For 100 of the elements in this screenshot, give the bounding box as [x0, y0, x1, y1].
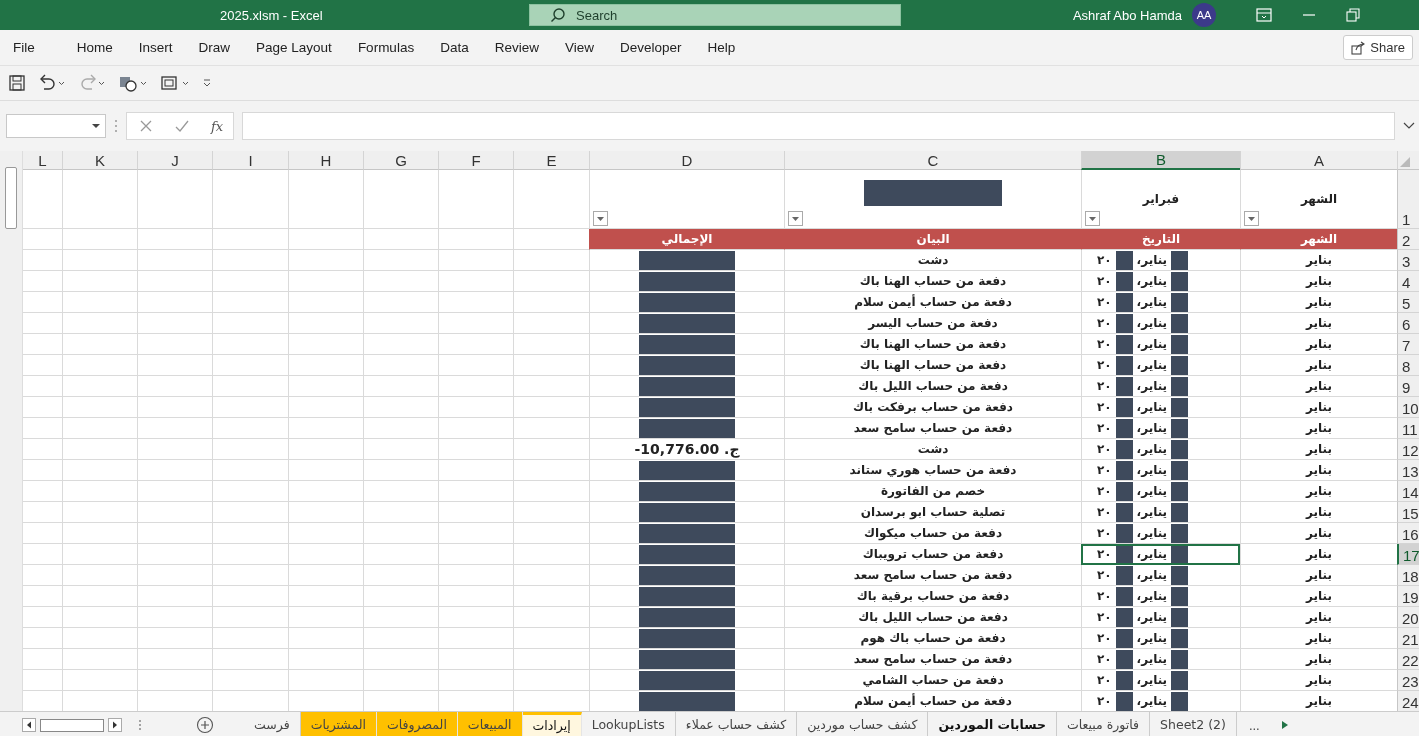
- row-header[interactable]: 23: [1397, 670, 1419, 691]
- menu-tab[interactable]: View: [559, 36, 599, 59]
- row-header[interactable]: 5: [1397, 292, 1419, 313]
- row-header[interactable]: 18: [1397, 565, 1419, 586]
- share-button[interactable]: Share: [1343, 35, 1413, 60]
- redaction-block: [1171, 544, 1189, 564]
- redaction-block: [1115, 586, 1133, 606]
- row-header[interactable]: 24: [1397, 691, 1419, 711]
- redaction-block: [1171, 523, 1189, 543]
- column-heading: الإجمالي: [589, 229, 784, 250]
- column-header[interactable]: B: [1081, 151, 1240, 170]
- row-header[interactable]: 17: [1397, 544, 1419, 565]
- row-header[interactable]: 11: [1397, 418, 1419, 439]
- menu-tab[interactable]: Page Layout: [251, 36, 337, 59]
- column-header[interactable]: J: [137, 151, 212, 170]
- menu-tab[interactable]: Data: [435, 36, 474, 59]
- table-cell: بناير: [1240, 439, 1397, 460]
- filter-dropdown-icon[interactable]: [593, 211, 608, 226]
- row-header[interactable]: 21: [1397, 628, 1419, 649]
- redaction-block: [1171, 334, 1189, 354]
- add-sheet-icon[interactable]: [196, 716, 214, 734]
- expand-icon[interactable]: [1403, 122, 1415, 130]
- row-header[interactable]: 14: [1397, 481, 1419, 502]
- redaction-block: [1171, 418, 1189, 438]
- table-cell: دفعة من حساب اليسر: [784, 313, 1081, 334]
- column-header[interactable]: I: [212, 151, 288, 170]
- redaction-block: [1171, 250, 1189, 270]
- row-header[interactable]: 16: [1397, 523, 1419, 544]
- shapes-icon[interactable]: [118, 74, 148, 92]
- vertical-scrollbar[interactable]: [0, 151, 23, 711]
- window-title: 2025.xlsm - Excel: [220, 7, 324, 23]
- redaction-block: [1171, 691, 1189, 711]
- undo-icon[interactable]: [38, 74, 66, 92]
- menu-tab[interactable]: Draw: [193, 36, 236, 59]
- row-header[interactable]: 20: [1397, 607, 1419, 628]
- row-header[interactable]: 15: [1397, 502, 1419, 523]
- scroll-left-icon[interactable]: [22, 718, 36, 732]
- sheet-tab[interactable]: إيرادات: [522, 712, 582, 736]
- menu-tab[interactable]: Developer: [614, 36, 687, 59]
- menu-tab[interactable]: Review: [489, 36, 544, 59]
- file-menu-button[interactable]: File: [8, 36, 40, 59]
- check-icon[interactable]: [175, 119, 189, 133]
- ribbon-display-icon[interactable]: [1256, 8, 1272, 22]
- filter-dropdown-icon[interactable]: [788, 211, 803, 226]
- table-cell: دفعة من حساب الهنا باك: [784, 334, 1081, 355]
- column-header[interactable]: A: [1240, 151, 1397, 170]
- menu-tab[interactable]: Help: [702, 36, 741, 59]
- sheet-tab[interactable]: كشف حساب موردين: [797, 712, 929, 736]
- sheet-tab[interactable]: فرست: [244, 712, 301, 736]
- next-sheet-icon[interactable]: [1279, 720, 1290, 730]
- sheet-tab[interactable]: حسابات الموردين: [928, 712, 1057, 736]
- row-header[interactable]: 7: [1397, 334, 1419, 355]
- row-header[interactable]: 9: [1397, 376, 1419, 397]
- column-header[interactable]: D: [589, 151, 784, 170]
- table-cell: يناير، ٢٠: [1081, 271, 1240, 292]
- column-header[interactable]: L: [23, 151, 62, 170]
- table-cell: بناير: [1240, 376, 1397, 397]
- table-cell: بناير: [1240, 544, 1397, 565]
- row-header[interactable]: 6: [1397, 313, 1419, 334]
- save-icon[interactable]: [8, 74, 26, 92]
- row-header[interactable]: 19: [1397, 586, 1419, 607]
- horizontal-scrollbar[interactable]: [40, 718, 104, 732]
- row-header[interactable]: 10: [1397, 397, 1419, 418]
- filter-dropdown-icon[interactable]: [1244, 211, 1259, 226]
- formula-input[interactable]: [242, 112, 1395, 140]
- row-header[interactable]: 2: [1397, 229, 1419, 250]
- row-header[interactable]: 8: [1397, 355, 1419, 376]
- sheet-tab[interactable]: المبيعات: [457, 712, 523, 736]
- filter-dropdown-icon[interactable]: [1085, 211, 1100, 226]
- search-field[interactable]: Search: [529, 4, 901, 26]
- redaction-block: [1171, 355, 1189, 375]
- row-header[interactable]: 12: [1397, 439, 1419, 460]
- scroll-right-icon[interactable]: [108, 718, 122, 732]
- row-header[interactable]: 3: [1397, 250, 1419, 271]
- row-header[interactable]: 13: [1397, 460, 1419, 481]
- sheet-tab[interactable]: المصروفات: [377, 712, 458, 736]
- user-avatar[interactable]: AA: [1192, 3, 1216, 27]
- column-header[interactable]: H: [288, 151, 363, 170]
- sheet-tab[interactable]: المشتريات: [300, 712, 377, 736]
- row-header[interactable]: 4: [1397, 271, 1419, 292]
- more-sheets-button[interactable]: ...: [1236, 717, 1272, 733]
- redaction-block: [1115, 670, 1133, 690]
- restore-icon[interactable]: [1346, 8, 1360, 22]
- column-header[interactable]: G: [363, 151, 438, 170]
- menu-tab[interactable]: Formulas: [352, 36, 420, 59]
- column-header[interactable]: K: [62, 151, 137, 170]
- column-header[interactable]: F: [438, 151, 513, 170]
- row-header[interactable]: 1: [1397, 170, 1419, 229]
- insert-function-button[interactable]: fx: [211, 118, 224, 134]
- sheet-tab[interactable]: فاتورة مبيعات: [1056, 712, 1151, 736]
- sheet-tab[interactable]: Sheet2 (2): [1150, 712, 1237, 736]
- menu-tab[interactable]: Home: [71, 36, 118, 59]
- table-cell: يناير، ٢٠: [1081, 670, 1240, 691]
- column-header[interactable]: C: [784, 151, 1081, 170]
- sheet-tab[interactable]: كشف حساب عملاء: [675, 712, 798, 736]
- menu-tab[interactable]: Insert: [133, 36, 178, 59]
- column-header[interactable]: E: [513, 151, 589, 170]
- frame-icon[interactable]: [160, 74, 190, 92]
- row-header[interactable]: 22: [1397, 649, 1419, 670]
- cancel-icon[interactable]: [139, 119, 153, 133]
